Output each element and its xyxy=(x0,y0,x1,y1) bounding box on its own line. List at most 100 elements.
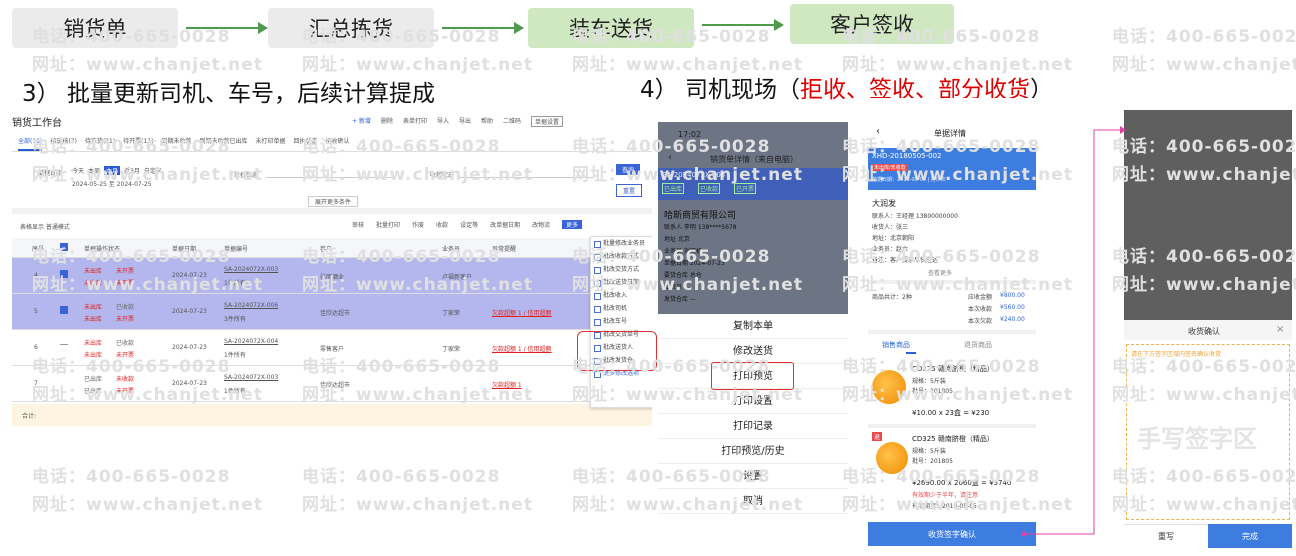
badge-paid: 已收款 xyxy=(698,183,721,194)
tab-not-printed[interactable]: 未打印单据 xyxy=(256,136,286,151)
item-price: ¥10.00 x 23盒 = ¥230 xyxy=(912,409,990,417)
row-customer: 零售客户 xyxy=(320,346,345,353)
view-more-link[interactable]: 查看更多 xyxy=(928,268,952,277)
row-status: 未开票 xyxy=(116,352,135,359)
dialog-header: 收货确认 × xyxy=(1124,320,1292,340)
tab-return-goods[interactable]: 退货商品 xyxy=(964,340,992,350)
row-code[interactable]: SA-2024072X-003 xyxy=(224,266,278,273)
tab-receipt-status[interactable]: 回执状态 xyxy=(294,136,318,151)
select-all-checkbox[interactable] xyxy=(60,243,68,251)
more-button[interactable]: 更多 xyxy=(562,220,583,229)
item-line2: 批号：201805 xyxy=(912,388,953,395)
sheet-print-settings[interactable]: 打印设置 xyxy=(658,389,848,414)
menu-item[interactable]: 批改司机 xyxy=(591,302,652,315)
sheet-copy-order[interactable]: 复制本单 xyxy=(658,314,848,339)
finish-button[interactable]: 完成 xyxy=(1208,524,1292,548)
item-name: CD325 赣南脐橙（精品） xyxy=(912,365,994,373)
tab-pending-review[interactable]: 待审核(7) xyxy=(50,136,77,151)
total-row: 合计: xyxy=(12,404,652,426)
tab-pending-invoice[interactable]: 待开票(11) xyxy=(123,136,153,151)
row-alert[interactable]: 欠款超额 1 / 信用超额 xyxy=(492,308,552,317)
row-code[interactable]: SA-2024072X-003 xyxy=(224,374,278,381)
order-header: XHD-20180505-002 未出库/未收款 单据日期：2018-05-05… xyxy=(868,148,1036,190)
row-status: 未收款 xyxy=(84,280,103,287)
tab-all[interactable]: 全部(11) xyxy=(18,136,43,151)
col-code: 单据编号 xyxy=(224,246,249,253)
menu-item[interactable]: 批改送货日期 xyxy=(591,276,652,289)
date-option-3m[interactable]: 近3月 xyxy=(124,166,140,175)
approve-button[interactable]: 审核 xyxy=(352,220,364,229)
menu-item[interactable]: 批改交货方式 xyxy=(591,263,652,276)
row-customer: 张明酒业 xyxy=(320,274,345,281)
sheet-print-records[interactable]: 打印记录 xyxy=(658,414,848,439)
rewrite-button[interactable]: 重写 xyxy=(1124,524,1208,548)
date-option-custom[interactable]: 自定义 xyxy=(144,166,162,175)
filter-type-select[interactable] xyxy=(460,168,590,178)
menu-item[interactable]: 批改收款方式 xyxy=(591,250,652,263)
filter-status-select[interactable] xyxy=(266,168,396,178)
qrcode-button[interactable]: 二维码 xyxy=(503,116,521,127)
table-row[interactable]: 4 未出库 未收款 未开票 未开票 2024-07-23 SA-2024072X… xyxy=(12,258,652,294)
batch-print-button[interactable]: 批量打印 xyxy=(376,220,400,229)
row-alert[interactable]: 欠款超额 1 / 信用超额 xyxy=(492,344,552,353)
date-option-today[interactable]: 今天 xyxy=(72,166,84,175)
back-icon[interactable]: ‹ xyxy=(876,126,880,137)
item-price: ¥2690.00 x 2060盒 = ¥5740 xyxy=(912,479,1012,487)
row-checkbox[interactable] xyxy=(60,270,68,278)
row-no: 6 xyxy=(34,344,38,351)
search-button[interactable]: 查询 xyxy=(616,164,641,175)
table-row[interactable]: 7 已出库 已出库 未收款 未开票 2024-07-23 SA-2024072X… xyxy=(12,366,652,402)
void-button[interactable]: 作废 xyxy=(412,220,424,229)
row-status: 已出库 xyxy=(84,376,103,383)
sign-confirm-button[interactable]: 收货签字确认 xyxy=(868,522,1036,546)
sheet-cancel[interactable]: 取消 xyxy=(658,489,848,514)
row-checkbox[interactable] xyxy=(60,306,68,314)
sheet-edit-delivery[interactable]: 修改送货 xyxy=(658,339,848,364)
row-alert[interactable]: 欠款超额 1 xyxy=(492,380,522,389)
delete-button[interactable]: 删除 xyxy=(381,116,393,127)
export-button[interactable]: 导出 xyxy=(459,116,471,127)
watermark-phone: 电话：400-665-0028 xyxy=(302,467,501,487)
collect-button[interactable]: 收款 xyxy=(436,220,448,229)
more-dropdown-menu: 批量修改业务员 批改收款方式 批改交货方式 批改送货日期 批改收入 批改司机 批… xyxy=(590,236,652,408)
flow-step-label: 销货单 xyxy=(63,17,127,41)
set-button[interactable]: 设定等 xyxy=(460,220,478,229)
change-date-button[interactable]: 改单据日期 xyxy=(490,220,520,229)
sheet-settings[interactable]: 设置 xyxy=(658,464,848,489)
table-row[interactable]: 6 未出库 未出库 已收款 未开票 2024-07-23 SA-2024072X… xyxy=(12,330,652,366)
row-checkbox[interactable] xyxy=(60,344,68,345)
new-button[interactable]: + 新增 xyxy=(352,116,371,127)
tab-pending-pick[interactable]: 待拣货(21) xyxy=(85,136,115,151)
tab-indicator xyxy=(906,352,916,354)
row-customer: 佳欣达超市 xyxy=(320,382,351,389)
close-icon[interactable]: × xyxy=(1276,324,1284,335)
sign-confirm-label: 收货签字确认 xyxy=(928,529,976,539)
settings-button[interactable]: 单据设置 xyxy=(531,116,564,127)
tab-due-unpaid[interactable]: 到期未收款 xyxy=(161,136,191,151)
reset-button[interactable]: 重置 xyxy=(616,184,643,197)
import-button[interactable]: 导入 xyxy=(437,116,449,127)
help-button[interactable]: 帮助 xyxy=(481,116,493,127)
menu-item[interactable]: 批量修改业务员 xyxy=(591,237,652,250)
print-button[interactable]: 表单打印 xyxy=(403,116,427,127)
status-tabs: 全部(11) 待审核(7) 待拣货(21) 待开票(11) 到期未收款 到期未收… xyxy=(12,136,652,152)
row-sub: 1件所有 xyxy=(224,352,246,359)
item-line2: 批号：201805 xyxy=(912,458,953,465)
change-logistics-button[interactable]: 改物流 xyxy=(532,220,550,229)
row-status: 已出库 xyxy=(84,388,103,395)
table-row[interactable]: 5 未出库 未出库 已收款 未开票 2024-07-23 SA-2024072X… xyxy=(12,294,652,330)
tab-due-unpaid-shipped[interactable]: 到期未收款已出库 xyxy=(200,136,248,151)
signature-area[interactable]: 请在下方签字区域内签名确认收货 手写签字区 xyxy=(1126,344,1290,520)
row-code[interactable]: SA-2024072X-006 xyxy=(224,302,278,309)
back-icon[interactable]: ‹ xyxy=(668,152,672,163)
menu-item-driver[interactable]: 批改车号 xyxy=(591,315,652,328)
sheet-print-history[interactable]: 打印预览/历史 xyxy=(658,439,848,464)
date-option-week[interactable]: 本周 xyxy=(88,166,100,175)
row-code[interactable]: SA-2024072X-004 xyxy=(224,338,278,345)
menu-item[interactable]: 批改收入 xyxy=(591,289,652,302)
tab-sales-goods[interactable]: 销售商品 xyxy=(882,340,910,350)
date-option-month[interactable]: 本月 xyxy=(104,166,121,175)
tab-reject-confirm[interactable]: 拒收确认 xyxy=(326,136,350,151)
expand-filters-button[interactable]: 展开更多条件 xyxy=(308,196,359,207)
flow-step-delivery: 装车送货 xyxy=(528,8,694,48)
